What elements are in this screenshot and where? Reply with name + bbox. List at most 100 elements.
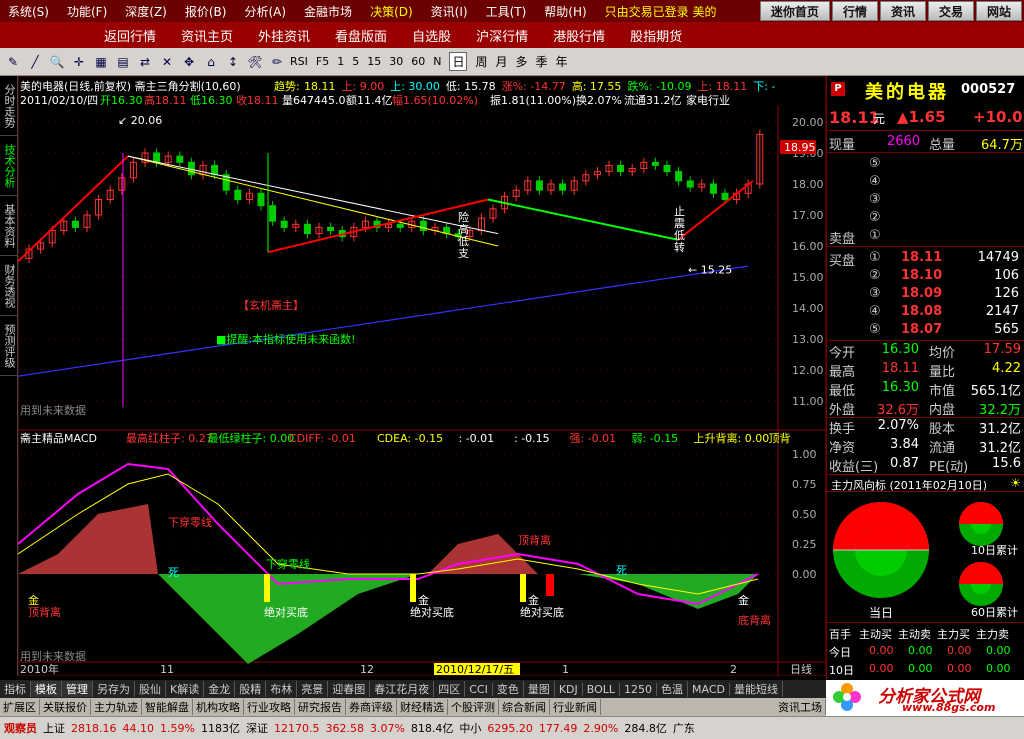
rsi-button[interactable]: RSI	[290, 55, 308, 68]
period-button[interactable]: 周	[475, 53, 487, 70]
left-tab[interactable]: 预测评级	[0, 316, 18, 376]
line-icon[interactable]: ╱	[26, 53, 44, 71]
subnav-item[interactable]: 自选股	[412, 26, 451, 45]
crosshair-icon[interactable]: ✛	[70, 53, 88, 71]
menu-item[interactable]: 报价(B)	[177, 3, 237, 20]
menu-item[interactable]: 功能(F)	[59, 3, 117, 20]
menu-item[interactable]: 深度(Z)	[117, 3, 177, 20]
menu-item[interactable]: 只由交易已登录 美的	[597, 3, 727, 20]
indicator-tab[interactable]: 色温	[657, 681, 689, 697]
period-button[interactable]: 5	[352, 55, 359, 68]
cross-icon[interactable]: ✕	[158, 53, 176, 71]
chart-icon[interactable]: ▤	[114, 53, 132, 71]
indicator-tab[interactable]: 1250	[620, 682, 658, 696]
top-button[interactable]: 网站	[975, 1, 1022, 21]
indicator-tab[interactable]: 股精	[235, 681, 267, 697]
period-button[interactable]: 日	[449, 52, 468, 71]
period-button[interactable]: 季	[536, 53, 548, 70]
menu-item[interactable]: 系统(S)	[0, 3, 59, 20]
stat-value: 4.22	[992, 361, 1021, 376]
subnav-item[interactable]: 资讯主页	[181, 26, 233, 45]
period-button[interactable]: 1	[337, 55, 344, 68]
left-tab[interactable]: 技术分析	[0, 136, 18, 196]
indicator-tab[interactable]: 变色	[493, 681, 524, 697]
indicator-tab[interactable]: K解读	[166, 681, 205, 697]
subnav-item[interactable]: 看盘版面	[335, 26, 387, 45]
stat-label: 量比	[929, 365, 956, 380]
scale-icon[interactable]: ↕	[224, 53, 242, 71]
left-tab[interactable]: 财务透视	[0, 256, 18, 316]
move-icon[interactable]: ✥	[180, 53, 198, 71]
period-button[interactable]: 15	[367, 55, 381, 68]
news-tab[interactable]: 扩展区	[0, 699, 40, 715]
news-tab[interactable]: 财经精选	[397, 699, 448, 715]
menu-item[interactable]: 工具(T)	[478, 3, 537, 20]
candle-body	[303, 223, 311, 235]
pencil-icon[interactable]: ✏	[268, 53, 286, 71]
indicator-tab[interactable]: 金龙	[204, 681, 236, 697]
indicator-tab[interactable]: 春江花月夜	[370, 681, 435, 697]
indicator-tab[interactable]: KDJ	[555, 682, 583, 696]
subnav-item[interactable]: 沪深行情	[476, 26, 528, 45]
news-tab[interactable]: 行业新闻	[550, 699, 601, 715]
period-button[interactable]: 月	[495, 53, 507, 70]
top-button[interactable]: 行情	[831, 1, 878, 21]
grid-icon[interactable]: ▦	[92, 53, 110, 71]
period-button[interactable]: N	[433, 55, 441, 68]
indicator-tab[interactable]: BOLL	[583, 682, 621, 696]
period-button[interactable]: 多	[515, 53, 527, 70]
menu-item[interactable]: 资讯(I)	[423, 3, 478, 20]
news-tab[interactable]: 个股评测	[448, 699, 499, 715]
period-button[interactable]: 30	[389, 55, 403, 68]
indicator-tab[interactable]: 量能短线	[730, 681, 784, 697]
news-tabs: 扩展区 关联报价 主力轨迹 智能解盘 机构攻略 行业攻略 研究报告 券商评级 财经精选 个股评测综…	[0, 698, 826, 716]
vertical-label: 险	[458, 210, 469, 224]
indicator-tab[interactable]: CCI	[465, 682, 493, 696]
top-button[interactable]: 交易	[927, 1, 974, 21]
period-button[interactable]: 60	[411, 55, 425, 68]
news-tab-right[interactable]: 资讯工场	[775, 699, 826, 715]
draw-icon[interactable]: ✎	[4, 53, 22, 71]
subnav-item[interactable]: 港股行情	[553, 26, 605, 45]
home-icon[interactable]: ⌂	[202, 53, 220, 71]
indicator-tab[interactable]: 量图	[524, 681, 555, 697]
period-button[interactable]: 年	[556, 53, 568, 70]
news-tab[interactable]: 机构攻略	[193, 699, 244, 715]
menu-item[interactable]: 金融市场	[296, 3, 362, 20]
subnav-item[interactable]: 股指期货	[630, 26, 682, 45]
menu-item[interactable]: 分析(A)	[236, 3, 296, 20]
f5-button[interactable]: F5	[316, 55, 329, 68]
menu-item[interactable]: 决策(D)	[362, 3, 423, 20]
buy-level: ⑤	[869, 322, 881, 337]
news-tab[interactable]: 关联报价	[40, 699, 91, 715]
indicator-tab[interactable]: 迎春图	[328, 681, 371, 697]
chart-area[interactable]: 美的电器(日线,前复权) 斋主三角分割(10,60) 趋势: 18.11 上: 9…	[18, 76, 826, 676]
news-tab[interactable]: 综合新闻	[499, 699, 550, 715]
subnav-item[interactable]: 返回行情	[104, 26, 156, 45]
buy-volume: 106	[994, 268, 1019, 283]
news-tab[interactable]: 行业攻略	[244, 699, 295, 715]
indicator-tab[interactable]: MACD	[688, 682, 731, 696]
indicator-tab[interactable]: 另存为	[93, 681, 135, 697]
kline-chart[interactable]: 20.0019.0018.0017.0016.0015.0014.0013.00…	[18, 76, 826, 676]
indicator-tab[interactable]: 管理	[62, 681, 93, 697]
news-tab[interactable]: 研究报告	[295, 699, 346, 715]
top-button[interactable]: 资讯	[879, 1, 926, 21]
left-tab[interactable]: 基本资料	[0, 196, 18, 256]
news-tab[interactable]: 主力轨迹	[91, 699, 142, 715]
indicator-tab[interactable]: 四区	[434, 681, 466, 697]
indicator-tab[interactable]: 指标	[0, 681, 31, 697]
indicator-tab[interactable]: 布林	[266, 681, 298, 697]
news-tab[interactable]: 智能解盘	[142, 699, 193, 715]
magnify-icon[interactable]: 🔍	[48, 53, 66, 71]
left-tab[interactable]: 分时走势	[0, 76, 18, 136]
news-tab[interactable]: 券商评级	[346, 699, 397, 715]
swap-icon[interactable]: ⇄	[136, 53, 154, 71]
tools-icon[interactable]: 🛠	[246, 53, 264, 71]
indicator-tab[interactable]: 股仙	[135, 681, 166, 697]
indicator-tab[interactable]: 亮景	[297, 681, 329, 697]
top-button[interactable]: 迷你首页	[759, 1, 830, 21]
indicator-tab[interactable]: 模板	[31, 681, 62, 697]
menu-item[interactable]: 帮助(H)	[536, 3, 596, 20]
subnav-item[interactable]: 外挂资讯	[258, 26, 310, 45]
